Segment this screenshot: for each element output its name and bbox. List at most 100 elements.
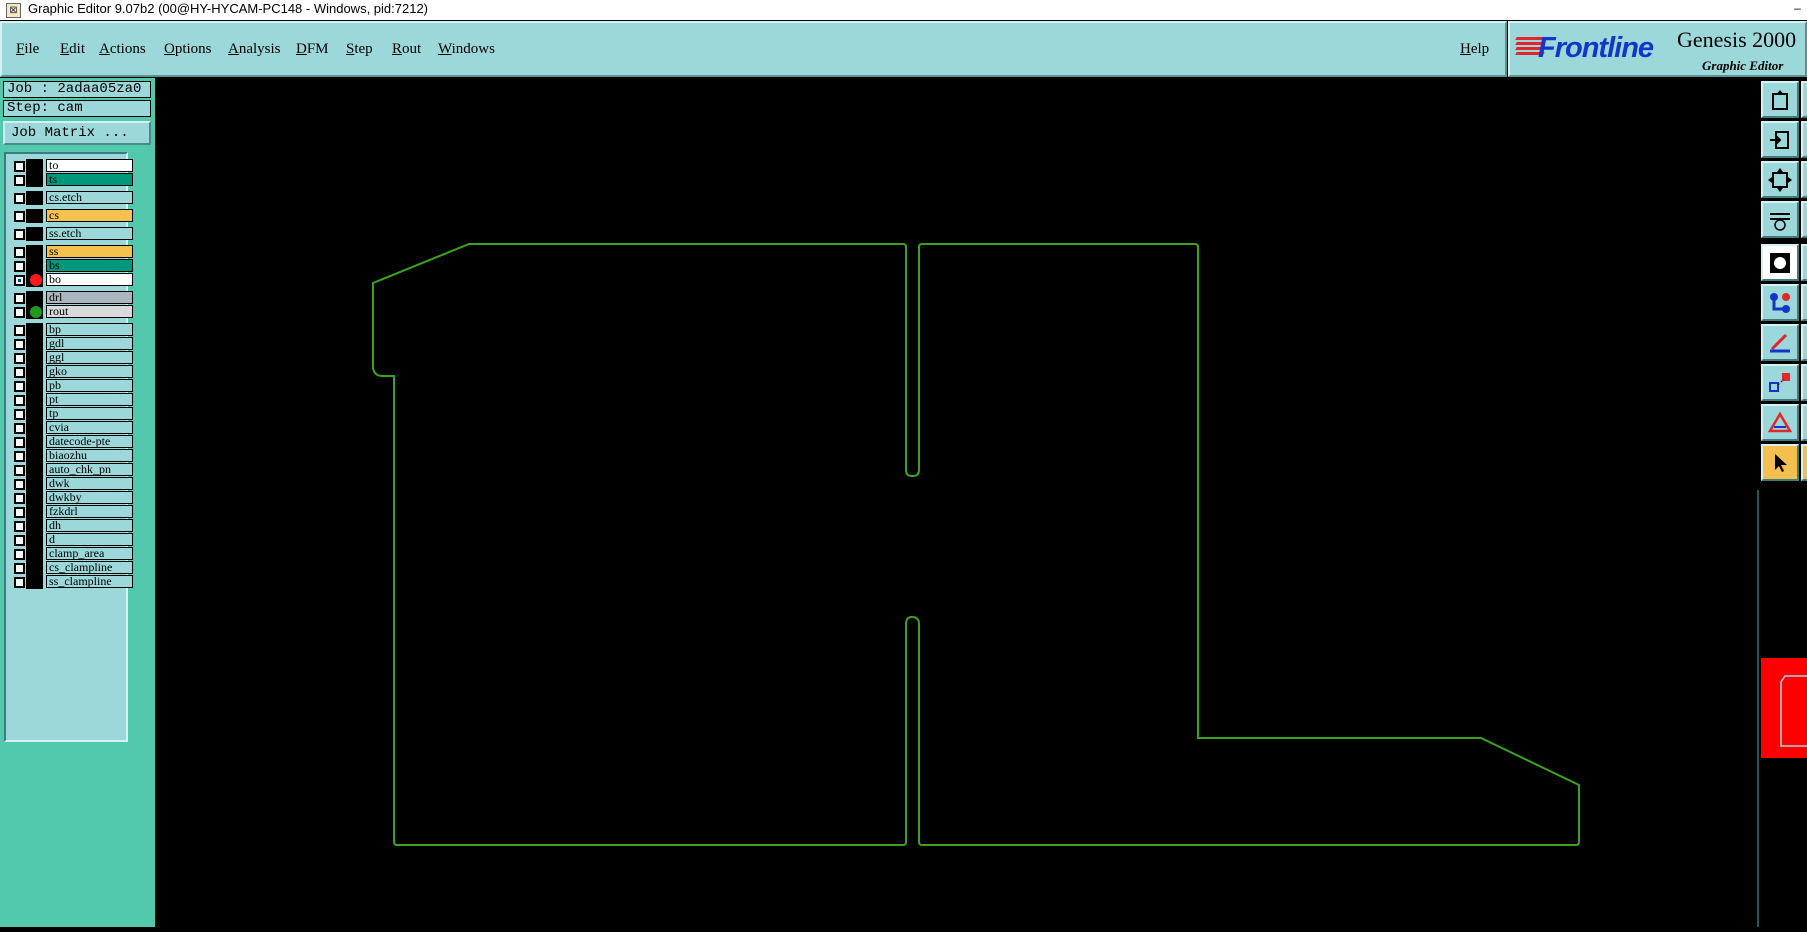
layer-name[interactable]: cvia	[46, 421, 133, 434]
layer-name[interactable]: fzkdrl	[46, 505, 133, 518]
layer-checkbox[interactable]	[14, 563, 25, 574]
layer-display-slot[interactable]	[26, 477, 43, 491]
layer-display-slot[interactable]	[26, 259, 43, 273]
snap-button[interactable]	[1761, 244, 1799, 281]
layer-display-slot[interactable]	[26, 159, 43, 173]
layer-display-slot[interactable]	[26, 421, 43, 435]
layer-checkbox[interactable]	[14, 161, 25, 172]
layer-display-slot[interactable]	[26, 365, 43, 379]
menu-options[interactable]: Options	[164, 41, 212, 58]
toolbar-extra-8[interactable]	[1801, 364, 1807, 401]
toolbar-extra-3[interactable]	[1801, 161, 1807, 198]
layer-name[interactable]: bp	[46, 323, 133, 336]
layer-row[interactable]: ggl	[10, 351, 133, 365]
layer-name[interactable]: pb	[46, 379, 133, 392]
layer-row[interactable]: pb	[10, 379, 133, 393]
layer-row[interactable]: tp	[10, 407, 133, 421]
layer-display-slot[interactable]	[26, 463, 43, 477]
layer-row[interactable]: auto_chk_pn	[10, 463, 133, 477]
warning-button[interactable]	[1761, 404, 1799, 441]
layer-row[interactable]: rout	[10, 305, 133, 319]
layer-checkbox[interactable]	[14, 451, 25, 462]
layer-checkbox[interactable]	[14, 535, 25, 546]
layer-name[interactable]: d	[46, 533, 133, 546]
toolbar-extra-10[interactable]	[1801, 444, 1807, 481]
toolbar-extra-9[interactable]	[1801, 404, 1807, 441]
layer-name[interactable]: rout	[46, 305, 133, 318]
layer-row[interactable]: cs	[10, 209, 133, 223]
layer-row[interactable]: dwkby	[10, 491, 133, 505]
toolbar-extra-4[interactable]	[1801, 201, 1807, 238]
layer-display-slot[interactable]	[26, 291, 43, 305]
layer-list[interactable]: to ts cs.etch cs ss.etch ss bs bo drl rout bp gdl gg…	[4, 152, 133, 742]
layer-checkbox[interactable]	[14, 261, 25, 272]
menu-dfm[interactable]: DFM	[296, 41, 329, 58]
layer-display-slot[interactable]	[26, 407, 43, 421]
layer-row[interactable]: gko	[10, 365, 133, 379]
layer-name[interactable]: ss	[46, 245, 133, 258]
layer-name[interactable]: gko	[46, 365, 133, 378]
menu-edit[interactable]: Edit	[60, 41, 85, 58]
toolbar-extra-6[interactable]	[1801, 284, 1807, 321]
menu-rout[interactable]: Rout	[392, 41, 421, 58]
menu-help[interactable]: Help	[1460, 41, 1489, 58]
layer-display-slot[interactable]	[26, 323, 43, 337]
layer-row[interactable]: dh	[10, 519, 133, 533]
layer-row[interactable]: ss_clampline	[10, 575, 133, 589]
layer-checkbox[interactable]	[14, 437, 25, 448]
layer-display-slot[interactable]	[26, 393, 43, 407]
layer-checkbox[interactable]	[14, 307, 25, 318]
layer-row[interactable]: cvia	[10, 421, 133, 435]
layer-display-slot[interactable]	[26, 519, 43, 533]
layer-row[interactable]: clamp_area	[10, 547, 133, 561]
layer-display-slot[interactable]	[26, 449, 43, 463]
layer-row[interactable]: to	[10, 159, 133, 173]
layer-row[interactable]: dwk	[10, 477, 133, 491]
layer-row[interactable]: datecode-pte	[10, 435, 133, 449]
layer-checkbox[interactable]	[14, 395, 25, 406]
layer-checkbox[interactable]	[14, 381, 25, 392]
layer-row[interactable]: drl	[10, 291, 133, 305]
layer-display-slot[interactable]	[26, 173, 43, 187]
layer-display-slot[interactable]	[26, 491, 43, 505]
layer-name[interactable]: auto_chk_pn	[46, 463, 133, 476]
layer-row[interactable]: cs.etch	[10, 191, 133, 205]
menu-file[interactable]: File	[16, 41, 39, 58]
layer-name[interactable]: cs_clampline	[46, 561, 133, 574]
layer-display-slot[interactable]	[26, 227, 43, 241]
pointer-button[interactable]	[1761, 444, 1799, 481]
layer-checkbox[interactable]	[14, 193, 25, 204]
layer-row[interactable]: gdl	[10, 337, 133, 351]
layer-row[interactable]: cs_clampline	[10, 561, 133, 575]
layer-row[interactable]: bs	[10, 259, 133, 273]
layer-name[interactable]: bs	[46, 259, 133, 272]
layer-name[interactable]: pt	[46, 393, 133, 406]
menu-actions[interactable]: Actions	[99, 41, 146, 58]
layer-name[interactable]: drl	[46, 291, 133, 304]
layer-display-slot[interactable]	[26, 351, 43, 365]
layer-name[interactable]: ss.etch	[46, 227, 133, 240]
layer-row[interactable]: d	[10, 533, 133, 547]
layer-name[interactable]: tp	[46, 407, 133, 420]
toolbar-extra-5[interactable]	[1801, 244, 1807, 281]
layer-display-slot[interactable]	[26, 435, 43, 449]
layer-row[interactable]: ss	[10, 245, 133, 259]
minimap-view[interactable]	[1757, 490, 1807, 927]
layer-row[interactable]: bp	[10, 323, 133, 337]
minimize-button[interactable]: –	[1788, 0, 1807, 20]
layer-checkbox[interactable]	[14, 409, 25, 420]
layer-row[interactable]: ts	[10, 173, 133, 187]
layer-row[interactable]: fzkdrl	[10, 505, 133, 519]
toolbar-extra-2[interactable]	[1801, 121, 1807, 158]
layer-display-slot[interactable]	[26, 561, 43, 575]
layer-name[interactable]: biaozhu	[46, 449, 133, 462]
layer-checkbox[interactable]	[14, 423, 25, 434]
layer-display-slot[interactable]	[26, 575, 43, 589]
layer-checkbox[interactable]	[14, 507, 25, 518]
layer-checkbox[interactable]	[14, 325, 25, 336]
layer-checkbox[interactable]	[14, 353, 25, 364]
layer-row[interactable]: pt	[10, 393, 133, 407]
layer-checkbox[interactable]	[14, 229, 25, 240]
layer-checkbox[interactable]	[14, 211, 25, 222]
layer-checkbox[interactable]	[14, 367, 25, 378]
